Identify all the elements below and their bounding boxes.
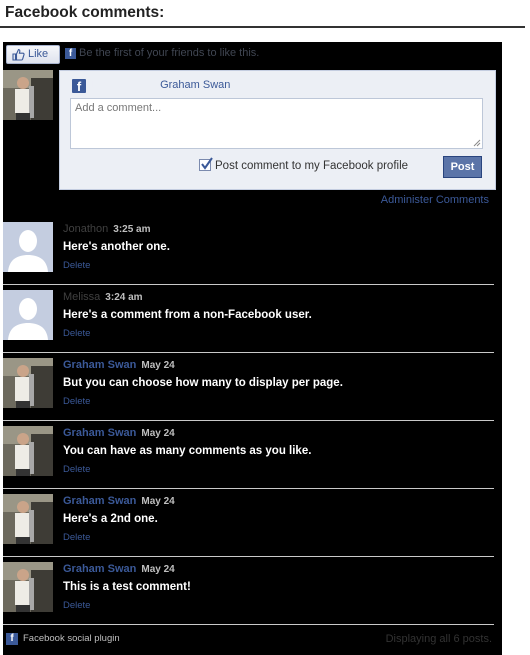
viewer-avatar[interactable] bbox=[3, 70, 53, 120]
comment-timestamp: May 24 bbox=[141, 428, 175, 439]
administer-comments-link[interactable]: Administer Comments bbox=[381, 194, 489, 206]
user-avatar[interactable] bbox=[3, 494, 53, 544]
checkmark-icon bbox=[201, 157, 213, 170]
comment-author[interactable]: Graham Swan bbox=[63, 563, 136, 575]
comment-text: This is a test comment! bbox=[63, 581, 191, 593]
comment-author[interactable]: Graham Swan bbox=[63, 495, 136, 507]
plugin-footer: f Facebook social plugin Displaying all … bbox=[3, 628, 502, 655]
post-to-profile-checkbox[interactable] bbox=[199, 157, 213, 171]
comment-author: Jonathon bbox=[63, 223, 109, 235]
comment-row: Graham Swan May 24 Here's a 2nd one. Delete bbox=[3, 489, 494, 557]
post-button[interactable]: Post bbox=[443, 156, 482, 178]
like-bar: Like f Be the first of your friends to l… bbox=[3, 42, 502, 65]
comment-row: Graham Swan May 24 But you can choose how … bbox=[3, 353, 494, 421]
logged-in-label: Logged in as bbox=[91, 79, 154, 91]
comment-text: But you can choose how many to display p… bbox=[63, 377, 343, 389]
delete-comment-link[interactable]: Delete bbox=[63, 464, 90, 475]
comment-row: Graham Swan May 24 You can have as many co… bbox=[3, 421, 494, 489]
delete-comment-link[interactable]: Delete bbox=[63, 532, 90, 543]
facebook-comments-plugin: Like f Be the first of your friends to l… bbox=[3, 42, 502, 655]
post-to-profile-option[interactable]: Post comment to my Facebook profile bbox=[199, 157, 409, 175]
friends-like-text: Be the first of your friends to like thi… bbox=[79, 47, 260, 59]
comment-author-line: Graham Swan May 24 bbox=[63, 495, 175, 507]
delete-comment-link[interactable]: Delete bbox=[63, 396, 90, 407]
comment-text: Here's another one. bbox=[63, 241, 170, 253]
facebook-logo-icon: f bbox=[6, 633, 18, 645]
comment-text: Here's a 2nd one. bbox=[63, 513, 158, 525]
facebook-logo-icon: f bbox=[65, 48, 76, 59]
comment-row: Jonathon 3:25 am Here's another one. Delete bbox=[3, 217, 494, 285]
delete-comment-link[interactable]: Delete bbox=[63, 260, 90, 271]
logged-in-user-link[interactable]: Graham Swan bbox=[160, 79, 230, 91]
user-avatar[interactable] bbox=[3, 562, 53, 612]
comment-input[interactable]: Add a comment... bbox=[70, 98, 483, 149]
like-button-label: Like bbox=[28, 48, 49, 60]
comment-author-line: Melissa 3:24 am bbox=[63, 291, 143, 303]
thumbs-up-icon bbox=[12, 48, 25, 61]
delete-comment-link[interactable]: Delete bbox=[63, 328, 90, 339]
comment-compose-box: f Logged in as Graham Swan Add a comment… bbox=[59, 70, 496, 190]
default-avatar-icon[interactable] bbox=[3, 222, 53, 272]
delete-comment-link[interactable]: Delete bbox=[63, 600, 90, 611]
comment-author-line: Graham Swan May 24 bbox=[63, 563, 175, 575]
comment-author[interactable]: Graham Swan bbox=[63, 427, 136, 439]
comment-author: Melissa bbox=[63, 291, 101, 303]
user-avatar[interactable] bbox=[3, 426, 53, 476]
facebook-logo-icon: f bbox=[72, 79, 86, 94]
like-button[interactable]: Like bbox=[6, 45, 60, 64]
comment-author-line: Graham Swan May 24 bbox=[63, 359, 175, 371]
comment-timestamp: 3:24 am bbox=[105, 292, 143, 303]
comment-input-placeholder: Add a comment... bbox=[75, 102, 162, 114]
comment-timestamp: 3:25 am bbox=[113, 224, 151, 235]
comment-row: Melissa 3:24 am Here's a comment from a no… bbox=[3, 285, 494, 353]
default-avatar-icon[interactable] bbox=[3, 290, 53, 340]
logged-in-status: Logged in as Graham Swan bbox=[91, 79, 230, 91]
comment-text: You can have as many comments as you lik… bbox=[63, 445, 312, 457]
heading-rule bbox=[0, 26, 525, 28]
comment-row: Graham Swan May 24 This is a test comment!… bbox=[3, 557, 494, 625]
comment-author-line: Jonathon 3:25 am bbox=[63, 223, 151, 235]
comment-text: Here's a comment from a non-Facebook use… bbox=[63, 309, 312, 321]
social-plugin-label[interactable]: Facebook social plugin bbox=[23, 633, 120, 644]
comment-author[interactable]: Graham Swan bbox=[63, 359, 136, 371]
posts-count: Displaying all 6 posts. bbox=[385, 633, 492, 645]
resize-grip-icon[interactable] bbox=[473, 139, 481, 147]
comment-timestamp: May 24 bbox=[141, 360, 175, 371]
comment-timestamp: May 24 bbox=[141, 496, 175, 507]
user-avatar[interactable] bbox=[3, 358, 53, 408]
page-heading: Facebook comments: bbox=[5, 4, 165, 21]
post-to-profile-label: Post comment to my Facebook profile bbox=[215, 160, 409, 172]
comment-timestamp: May 24 bbox=[141, 564, 175, 575]
comment-author-line: Graham Swan May 24 bbox=[63, 427, 175, 439]
